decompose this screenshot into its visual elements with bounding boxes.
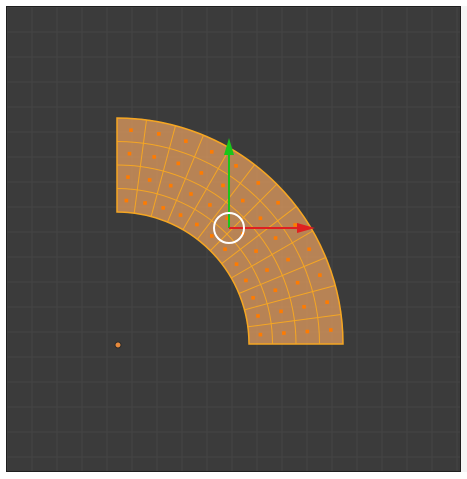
mesh-face-dot[interactable] xyxy=(152,155,157,159)
mesh-face-dot[interactable] xyxy=(223,247,227,252)
mesh-face-dot[interactable] xyxy=(279,309,283,314)
mesh-face-dot[interactable] xyxy=(129,128,133,133)
mesh-face-dot[interactable] xyxy=(195,222,199,227)
mesh-face-dot[interactable] xyxy=(302,304,306,309)
mesh-face-dot[interactable] xyxy=(156,132,161,136)
mesh-face-dot[interactable] xyxy=(325,300,329,305)
mesh-face-dot[interactable] xyxy=(124,198,129,203)
mesh-face-dot[interactable] xyxy=(244,278,248,283)
mesh-face-dot[interactable] xyxy=(307,247,311,252)
mesh-face-dot[interactable] xyxy=(240,198,245,203)
mesh-face-dot[interactable] xyxy=(293,223,297,227)
mesh-face-dot[interactable] xyxy=(234,262,239,266)
mesh-face-dot[interactable] xyxy=(221,183,225,188)
mesh-face-dot[interactable] xyxy=(305,329,310,334)
mesh-face-dot[interactable] xyxy=(234,164,238,168)
mesh-face-dot[interactable] xyxy=(127,151,132,156)
frame-edge xyxy=(461,6,467,472)
mesh-face-dot[interactable] xyxy=(161,206,166,210)
mesh-face-dot[interactable] xyxy=(256,181,261,185)
mesh-face-dot[interactable] xyxy=(147,178,152,182)
mesh-face-dot[interactable] xyxy=(295,280,300,285)
mesh-face-dot[interactable] xyxy=(273,236,278,240)
mesh-face-dot[interactable] xyxy=(189,192,193,196)
mesh-face-dot[interactable] xyxy=(178,213,183,217)
mesh-face-dot[interactable] xyxy=(276,200,280,205)
mesh-face-dot[interactable] xyxy=(254,249,258,253)
mesh-face-dot[interactable] xyxy=(209,150,214,154)
mesh-face-dot[interactable] xyxy=(126,175,130,179)
mesh-face-dot[interactable] xyxy=(143,201,147,205)
mesh-face-dot[interactable] xyxy=(184,139,188,143)
mesh-face-dot[interactable] xyxy=(265,268,269,272)
mesh-face-dot[interactable] xyxy=(168,183,173,188)
object-origin-marker[interactable] xyxy=(114,341,122,349)
mesh-face-dot[interactable] xyxy=(208,203,212,207)
mesh-face-dot[interactable] xyxy=(199,171,204,175)
mesh-face-dot[interactable] xyxy=(328,328,333,332)
mesh-face-dot[interactable] xyxy=(318,273,322,277)
mesh-face-dot[interactable] xyxy=(286,257,290,262)
mesh-face-dot[interactable] xyxy=(256,314,260,318)
mesh-face-dot[interactable] xyxy=(176,161,181,166)
viewport-canvas[interactable] xyxy=(7,7,461,472)
mesh-face-dot[interactable] xyxy=(258,216,263,221)
mesh-face-dot[interactable] xyxy=(251,295,255,300)
3d-viewport[interactable] xyxy=(6,6,461,472)
mesh-face-dot[interactable] xyxy=(273,288,278,293)
mesh-face-dot[interactable] xyxy=(282,331,286,335)
mesh-face-dot[interactable] xyxy=(258,332,263,337)
mesh-face-dot[interactable] xyxy=(209,234,214,238)
